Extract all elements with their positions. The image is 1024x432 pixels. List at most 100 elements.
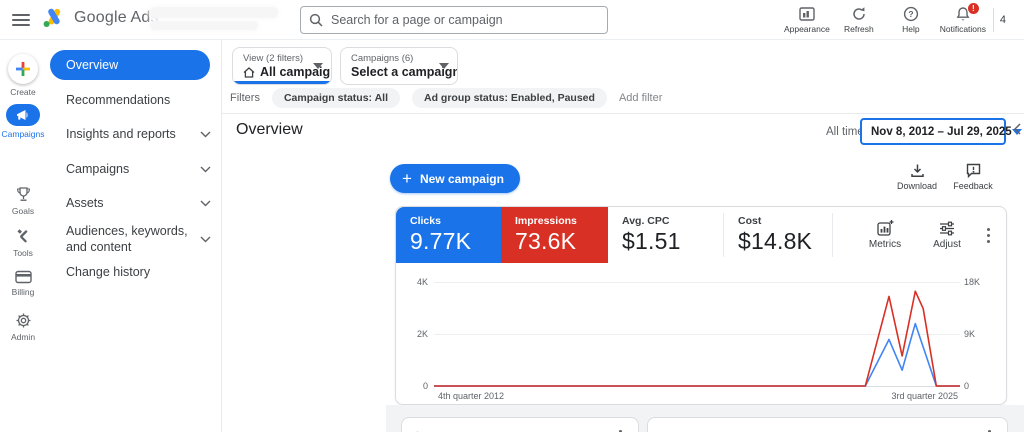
y-axis-left-tick: 2K (396, 329, 428, 339)
edge-cutoff-text: 4 (998, 14, 1006, 26)
create-plus-icon (8, 54, 38, 84)
feedback-icon (966, 163, 981, 178)
admin-gear-icon (15, 312, 32, 329)
tools-icon (15, 228, 32, 245)
recommendation-card[interactable]: Recommendation (401, 417, 639, 432)
new-campaign-button[interactable]: + New campaign (390, 164, 520, 193)
notifications-button[interactable]: ! Notifications (937, 0, 989, 40)
date-range-value: Nov 8, 2012 – Jul 29, 2025 (871, 126, 1012, 138)
download-icon (910, 163, 925, 178)
page-title: Overview (236, 121, 303, 139)
filter-chip-ad-group-status[interactable]: Ad group status: Enabled, Paused (412, 88, 607, 108)
y-axis-right-tick: 9K (962, 329, 1002, 339)
y-axis-right-tick: 18K (962, 277, 1002, 287)
svg-text:?: ? (908, 9, 913, 19)
home-icon (243, 67, 255, 78)
top-app-bar: Google Ads Appearance Refresh (0, 0, 1024, 40)
help-label: Help (902, 24, 919, 34)
clicks-value: 9.77K (410, 228, 501, 255)
collapse-panel-chevron-icon[interactable] (1013, 123, 1021, 135)
main-menu-icon[interactable] (12, 11, 30, 29)
topbar-actions: Appearance Refresh ? Help ! Notification (781, 0, 1006, 40)
avg-cpc-value: $1.51 (622, 228, 723, 255)
nav-campaigns-label: Campaigns (66, 161, 129, 177)
view-selector[interactable]: View (2 filters) All campaigns (232, 47, 332, 85)
scorecard-impressions[interactable]: Impressions 73.6K (501, 207, 608, 263)
campaigns-megaphone-icon (6, 104, 40, 126)
campaign-selector[interactable]: Campaigns (6) Select a campaign (340, 47, 458, 85)
add-filter-button[interactable]: Add filter (619, 92, 662, 104)
rail-label-billing: Billing (12, 287, 35, 297)
brand[interactable]: Google Ads (42, 7, 159, 29)
rail-label-create: Create (10, 87, 36, 97)
rail-item-campaigns[interactable]: Campaigns (0, 104, 46, 139)
nav-item-recommendations[interactable]: Recommendations (66, 92, 211, 108)
appearance-label: Appearance (784, 24, 830, 34)
billing-card-icon (15, 270, 32, 284)
rail-item-billing[interactable]: Billing (0, 270, 46, 297)
cost-value: $14.8K (738, 228, 832, 255)
card-overflow-menu-icon[interactable] (982, 424, 997, 432)
card-overflow-menu-icon[interactable] (981, 222, 996, 249)
overview-chart[interactable]: 4K 2K 0 18K 9K 0 4th quarter 2012 3rd qu… (396, 263, 1006, 404)
nav-item-change-history[interactable]: Change history (66, 264, 211, 280)
section-nav: Overview Recommendations Insights and re… (46, 40, 222, 432)
adjust-button[interactable]: Adjust (919, 221, 975, 250)
rail-item-admin[interactable]: Admin (0, 312, 46, 342)
filter-chip-campaign-status[interactable]: Campaign status: All (272, 88, 400, 108)
topbar-divider (993, 8, 994, 32)
impressions-value: 73.6K (515, 228, 608, 255)
date-range-picker[interactable]: Nov 8, 2012 – Jul 29, 2025 (860, 118, 1006, 145)
scorecard-avg-cpc[interactable]: Avg. CPC $1.51 (608, 207, 723, 263)
metrics-icon (877, 220, 894, 236)
refresh-button[interactable]: Refresh (833, 0, 885, 40)
appearance-icon (799, 6, 815, 22)
rail-item-goals[interactable]: Goals (0, 186, 46, 216)
google-ads-app: Google Ads Appearance Refresh (0, 0, 1024, 432)
appearance-button[interactable]: Appearance (781, 0, 833, 40)
nav-overview-label: Overview (66, 58, 118, 72)
rail-item-create[interactable]: Create (0, 54, 46, 97)
y-axis-left-tick: 0 (396, 381, 428, 391)
nav-item-overview[interactable]: Overview (50, 50, 210, 80)
adjust-label: Adjust (933, 239, 961, 250)
nav-recommendations-label: Recommendations (66, 92, 170, 108)
feedback-button[interactable]: Feedback (944, 163, 1002, 191)
view-selector-label: View (2 filters) (243, 53, 305, 64)
chevron-down-icon (200, 131, 211, 138)
chart-series-svg (434, 282, 960, 386)
search-input[interactable] (331, 13, 599, 27)
x-axis-right-label: 3rd quarter 2025 (891, 391, 958, 401)
google-ads-logo-icon (42, 7, 66, 29)
scorecard-clicks[interactable]: Clicks 9.77K (396, 207, 501, 263)
rail-label-admin: Admin (11, 332, 35, 342)
campaigns-card[interactable]: Campaigns (647, 417, 1008, 432)
refresh-label: Refresh (844, 24, 874, 34)
card-overflow-menu-icon[interactable] (613, 424, 628, 432)
campaign-selector-label: Campaigns (6) (351, 53, 431, 64)
nav-item-campaigns[interactable]: Campaigns (66, 161, 211, 177)
nav-assets-label: Assets (66, 195, 104, 211)
new-campaign-label: New campaign (420, 172, 504, 186)
dropdown-caret-icon (313, 63, 323, 69)
cost-label: Cost (738, 215, 832, 227)
help-button[interactable]: ? Help (885, 0, 937, 40)
redacted-account-name (150, 7, 278, 18)
header-divider (222, 113, 1024, 114)
avg-cpc-label: Avg. CPC (622, 215, 723, 227)
rail-item-tools[interactable]: Tools (0, 228, 46, 258)
nav-item-insights-and-reports[interactable]: Insights and reports (66, 126, 211, 142)
download-label: Download (897, 181, 937, 191)
nav-item-audiences-keywords-content[interactable]: Audiences, keywords, and content (66, 223, 211, 256)
redacted-account-id (150, 21, 258, 30)
scorecard-cost[interactable]: Cost $14.8K (724, 207, 832, 263)
nav-item-assets[interactable]: Assets (66, 195, 211, 211)
global-search[interactable] (300, 6, 608, 34)
adjust-sliders-icon (939, 221, 955, 236)
feedback-label: Feedback (953, 181, 993, 191)
metrics-button[interactable]: Metrics (857, 220, 913, 250)
help-icon: ? (903, 6, 919, 22)
rail-label-tools: Tools (13, 248, 33, 258)
search-icon (309, 13, 323, 27)
download-button[interactable]: Download (888, 163, 946, 191)
